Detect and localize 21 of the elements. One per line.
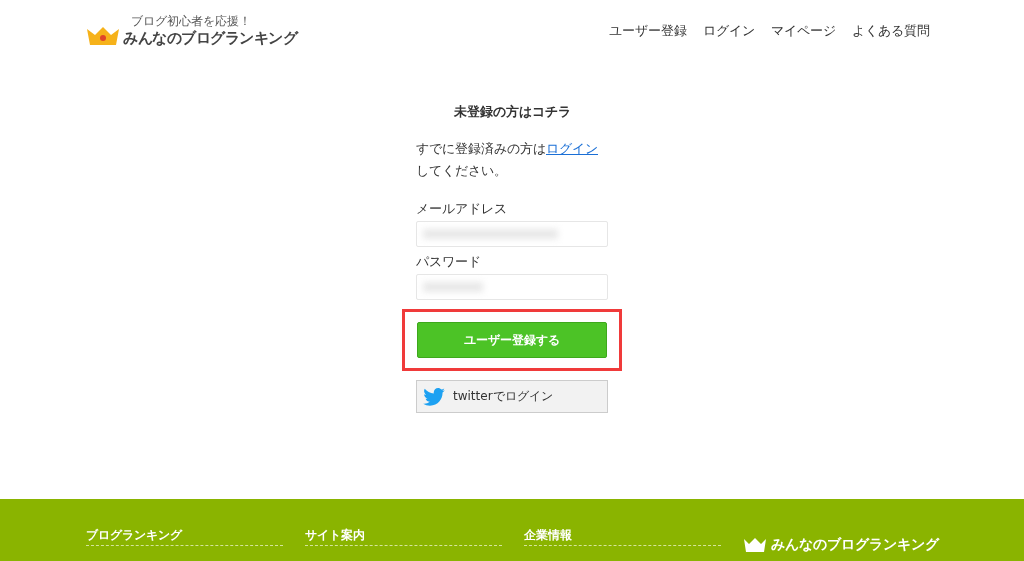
field-label: メールアドレス — [416, 201, 508, 218]
nav-link[interactable]: マイページ — [771, 22, 836, 40]
crown-icon — [86, 27, 120, 45]
footer-heading: ブログランキング — [86, 527, 283, 546]
intro-text: すでに登録済みの方は ログイン してください。 — [416, 140, 599, 180]
nav-link[interactable]: よくある質問 — [852, 22, 930, 40]
twitter-login-button[interactable]: twitterでログイン — [416, 380, 608, 413]
email-field[interactable] — [416, 221, 608, 247]
nav-link[interactable]: ユーザー登録 — [609, 22, 687, 40]
footer-logo-text: みんなのブログランキング — [771, 536, 939, 554]
crown-icon — [743, 538, 767, 552]
field-label: パスワード — [416, 254, 482, 271]
logo-text[interactable]: みんなのブログランキング — [123, 28, 297, 48]
nav-link[interactable]: ログイン — [703, 22, 755, 40]
login-link[interactable]: ログイン — [546, 141, 598, 156]
footer-heading: 企業情報 — [524, 527, 721, 546]
bird-icon — [423, 387, 445, 406]
logo-tagline: ブログ初心者を応援！ — [131, 14, 252, 28]
password-field[interactable] — [416, 274, 608, 300]
footer-heading: サイト案内 — [305, 527, 502, 546]
form-title: 未登録の方はコチラ — [452, 104, 572, 121]
